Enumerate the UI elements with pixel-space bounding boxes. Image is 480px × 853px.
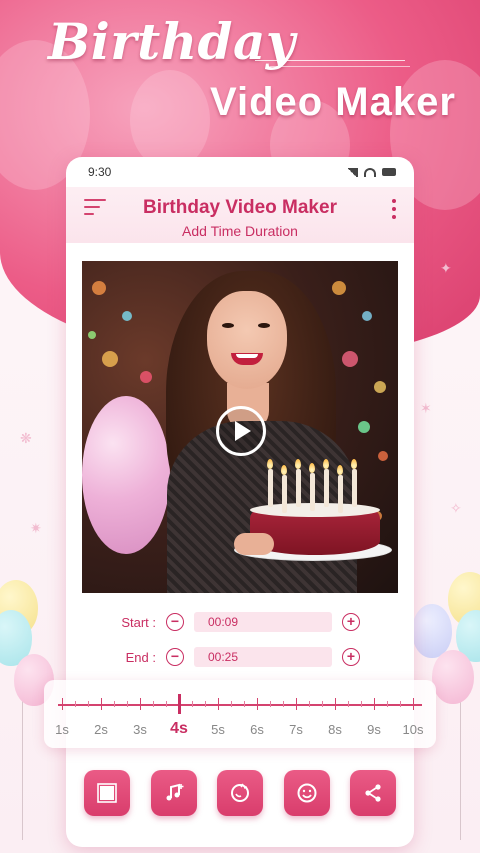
- timeline-label[interactable]: 9s: [359, 722, 389, 737]
- timeline-minor-tick: [321, 701, 323, 707]
- timeline-minor-tick: [204, 701, 206, 707]
- timeline-minor-tick: [191, 701, 193, 707]
- timeline-label[interactable]: 5s: [203, 722, 233, 737]
- timeline-minor-tick: [399, 701, 401, 707]
- music-icon: [166, 783, 183, 801]
- status-bar: 9:30: [66, 157, 414, 187]
- timeline-minor-tick: [282, 701, 284, 707]
- timeline-minor-tick: [152, 701, 154, 707]
- confetti: ✶: [420, 400, 432, 416]
- timeline-minor-tick: [347, 701, 349, 707]
- start-time-row: Start : − 00:09 +: [66, 609, 414, 635]
- crop-button[interactable]: [84, 770, 130, 816]
- confetti: ✦: [440, 260, 452, 276]
- confetti: ❋: [20, 430, 32, 446]
- end-increase-button[interactable]: +: [342, 648, 360, 666]
- timeline-minor-tick: [74, 701, 76, 707]
- timeline-tick: [374, 698, 375, 710]
- share-icon: [365, 784, 381, 802]
- emoji-button[interactable]: [283, 770, 330, 816]
- end-decrease-button[interactable]: −: [166, 648, 184, 666]
- timeline-tick: [62, 698, 63, 710]
- timeline-minor-tick: [230, 701, 232, 707]
- play-button[interactable]: [216, 406, 266, 456]
- share-button[interactable]: [350, 770, 396, 816]
- emoji-icon: [297, 783, 316, 803]
- balloon: [82, 396, 170, 554]
- timeline-minor-tick: [113, 701, 115, 707]
- status-time: 9:30: [88, 165, 112, 179]
- timeline-label[interactable]: 7s: [281, 722, 311, 737]
- battery-icon: [382, 168, 396, 176]
- screen-subtitle: Add Time Duration: [182, 223, 298, 239]
- action-bar: [84, 770, 396, 816]
- hero-subtitle: Video Maker: [210, 80, 456, 124]
- menu-icon[interactable]: [84, 199, 106, 217]
- app-bar: Birthday Video Maker Add Time Duration: [66, 187, 414, 243]
- timeline-minor-tick: [269, 701, 271, 707]
- signal-icon: [346, 167, 358, 177]
- timeline-minor-tick: [308, 701, 310, 707]
- sticker-button[interactable]: [217, 770, 263, 816]
- video-preview[interactable]: [82, 261, 398, 593]
- timeline-tick: [296, 698, 297, 710]
- status-icons: [346, 167, 396, 177]
- timeline-minor-tick: [243, 701, 245, 707]
- person-hand: [234, 533, 274, 555]
- timeline-minor-tick: [165, 701, 167, 707]
- more-options-icon[interactable]: [392, 199, 396, 223]
- timeline-tick: [140, 698, 141, 710]
- person-face: [207, 291, 287, 389]
- timeline-label[interactable]: 1s: [47, 722, 77, 737]
- hero-divider: [270, 66, 410, 67]
- confetti: ✷: [30, 520, 42, 536]
- app-title: Birthday Video Maker: [143, 197, 337, 218]
- timeline-tick: [101, 698, 102, 710]
- person-eye: [222, 323, 234, 328]
- timeline-tick: [335, 698, 336, 710]
- timeline-minor-tick: [126, 701, 128, 707]
- timeline-track[interactable]: [58, 704, 422, 706]
- timeline-label[interactable]: 8s: [320, 722, 350, 737]
- music-button[interactable]: [150, 770, 197, 816]
- hero-divider: [255, 60, 405, 61]
- play-icon: [235, 421, 251, 441]
- crop-icon: [97, 783, 117, 803]
- lavender-balloon: [412, 604, 452, 658]
- start-decrease-button[interactable]: −: [166, 613, 184, 631]
- start-label: Start :: [121, 614, 156, 630]
- timeline-label[interactable]: 3s: [125, 722, 155, 737]
- start-increase-button[interactable]: +: [342, 613, 360, 631]
- person-eye: [258, 323, 270, 328]
- end-label: End :: [125, 649, 156, 665]
- timeline-tick: [257, 698, 258, 710]
- timeline-label[interactable]: 2s: [86, 722, 116, 737]
- timeline-minor-tick: [360, 701, 362, 707]
- sticker-icon: [231, 783, 249, 802]
- timeline-label[interactable]: 10s: [398, 722, 428, 737]
- start-time-field[interactable]: 00:09: [194, 612, 332, 632]
- wifi-icon: [364, 167, 376, 177]
- end-time-row: End : − 00:25 +: [66, 644, 414, 670]
- timeline-scrubber[interactable]: 1s 2s 3s 4s 5s 6s 7s 8s 9s 10s: [44, 680, 436, 748]
- timeline-label[interactable]: 4s: [164, 720, 194, 738]
- timeline-minor-tick: [87, 701, 89, 707]
- timeline-label[interactable]: 6s: [242, 722, 272, 737]
- timeline-cursor[interactable]: [178, 694, 181, 714]
- pink-balloon: [432, 650, 474, 704]
- timeline-tick: [218, 698, 219, 710]
- confetti: ✧: [450, 500, 462, 516]
- timeline-tick: [413, 698, 414, 710]
- end-time-field[interactable]: 00:25: [194, 647, 332, 667]
- hero-title: Birthday: [48, 12, 296, 71]
- timeline-minor-tick: [386, 701, 388, 707]
